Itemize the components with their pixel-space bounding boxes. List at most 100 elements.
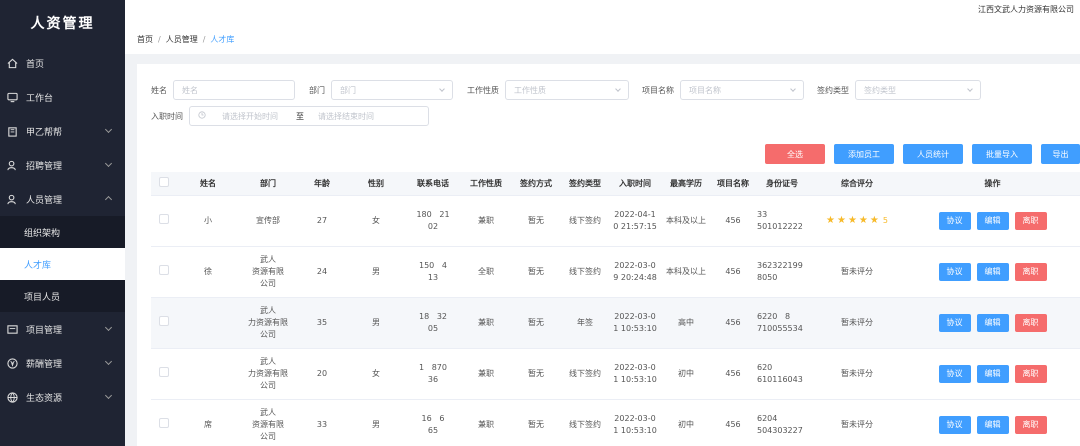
nature-select[interactable]: 工作性质 — [505, 80, 629, 100]
sidebar-item-salary[interactable]: 薪酬管理 — [0, 346, 125, 380]
filter-name-label: 姓名 — [151, 85, 167, 95]
col-score: 综合评分 — [841, 178, 873, 188]
cell-id: 620 610116043 — [757, 363, 803, 384]
row-checkbox[interactable] — [159, 214, 169, 224]
personnel-stats-button[interactable]: 人员统计 — [903, 144, 963, 164]
cell-phone: 180 21 02 — [416, 210, 450, 231]
table-row: 席 武人 资源有限 公司 33 男 16 6 65 兼职 暂无 线下签约 2022-0… — [151, 400, 1080, 446]
cell-name: 小 — [204, 216, 212, 225]
edit-button[interactable]: 编辑 — [976, 416, 1009, 434]
sidebar-item-talent-pool[interactable]: 人才库 — [0, 248, 125, 280]
filter-sign-label: 签约类型 — [817, 85, 849, 95]
sidebar-item-recruit[interactable]: 招聘管理 — [0, 148, 125, 182]
edit-button[interactable]: 编辑 — [976, 212, 1009, 230]
cell-score: 暂未评分 — [841, 420, 873, 429]
batch-import-button[interactable]: 批量导入 — [972, 144, 1032, 164]
project-select[interactable]: 项目名称 — [680, 80, 804, 100]
cell-age: 27 — [316, 216, 328, 225]
export-button[interactable]: 导出 — [1041, 144, 1080, 164]
col-dept: 部门 — [260, 178, 276, 188]
cell-nature: 兼职 — [478, 420, 494, 429]
edit-button[interactable]: 编辑 — [976, 263, 1009, 281]
date-end-placeholder: 请选择结束时间 — [318, 111, 374, 121]
chevron-down-icon — [439, 86, 445, 92]
agreement-button[interactable]: 协议 — [938, 212, 971, 230]
chevron-down-icon — [967, 86, 973, 92]
cell-project: 456 — [725, 216, 741, 225]
agreement-button[interactable]: 协议 — [938, 263, 971, 281]
user-icon — [6, 159, 18, 171]
row-checkbox[interactable] — [159, 265, 169, 275]
breadcrumb: 首页 / 人员管理 / 人才库 — [125, 24, 1080, 54]
nature-select-placeholder: 工作性质 — [514, 85, 546, 95]
cell-id: 33 501012222 — [757, 210, 803, 231]
cell-project: 456 — [725, 267, 741, 276]
cell-edu: 本科及以上 — [666, 216, 706, 225]
dept-select[interactable]: 部门 — [331, 80, 453, 100]
breadcrumb-home[interactable]: 首页 — [137, 34, 153, 45]
col-project: 项目名称 — [717, 178, 749, 188]
leave-button[interactable]: 离职 — [1014, 263, 1047, 281]
sidebar-item-home[interactable]: 首页 — [0, 46, 125, 80]
sidebar-item-label: 招聘管理 — [26, 161, 63, 172]
cell-project: 456 — [725, 369, 741, 378]
cell-sex: 女 — [372, 216, 380, 225]
sidebar-item-workbench[interactable]: 工作台 — [0, 80, 125, 114]
sidebar-item-personnel[interactable]: 人员管理 — [0, 182, 125, 216]
col-id: 身份证号 — [766, 178, 798, 188]
personnel-submenu: 组织架构 人才库 项目人员 — [0, 216, 125, 312]
cell-date: 2022-03-0 9 20:24:48 — [613, 261, 657, 282]
agreement-button[interactable]: 协议 — [938, 314, 971, 332]
cell-sign-type: 线下签约 — [569, 369, 601, 378]
sidebar-item-ecology[interactable]: 生态资源 — [0, 380, 125, 414]
edit-button[interactable]: 编辑 — [976, 314, 1009, 332]
row-checkbox[interactable] — [159, 367, 169, 377]
cell-dept: 武人 力资源有限 公司 — [248, 306, 288, 339]
col-sign-type: 签约类型 — [569, 178, 601, 188]
chevron-down-icon — [104, 391, 113, 400]
sidebar-item-project-mgmt[interactable]: 项目管理 — [0, 312, 125, 346]
table-row: 小 宣传部 27 女 180 21 02 兼职 暂无 线下签约 2022-04-1… — [151, 196, 1080, 247]
cell-phone: 1 870 36 — [418, 363, 447, 384]
add-employee-button[interactable]: 添加员工 — [834, 144, 894, 164]
rating-stars: ★★★★★ 5 — [826, 215, 888, 226]
cell-id: 6204 504303227 — [757, 414, 803, 435]
cell-sign-type: 线下签约 — [569, 420, 601, 429]
cell-phone: 150 4 13 — [418, 261, 447, 282]
leave-button[interactable]: 离职 — [1014, 314, 1047, 332]
agreement-button[interactable]: 协议 — [938, 416, 971, 434]
name-input[interactable]: 姓名 — [173, 80, 295, 100]
breadcrumb-personnel[interactable]: 人员管理 — [166, 34, 198, 45]
leave-button[interactable]: 离职 — [1014, 212, 1047, 230]
cell-dept: 宣传部 — [256, 216, 280, 225]
leave-button[interactable]: 离职 — [1014, 365, 1047, 383]
cell-edu: 本科及以上 — [666, 267, 706, 276]
filter-sign-type: 签约类型 签约类型 — [817, 80, 981, 100]
date-range-picker[interactable]: 请选择开始时间 至 请选择结束时间 — [189, 106, 429, 126]
sidebar-item-jiayi[interactable]: 甲乙帮帮 — [0, 114, 125, 148]
cell-name: 徐 — [204, 267, 212, 276]
name-input-placeholder: 姓名 — [182, 85, 198, 95]
agreement-button[interactable]: 协议 — [938, 365, 971, 383]
cell-sex: 男 — [372, 420, 380, 429]
cell-date: 2022-03-0 1 10:53:10 — [613, 363, 657, 384]
folder-icon — [6, 323, 18, 335]
select-all-button[interactable]: 全选 — [765, 144, 825, 164]
breadcrumb-sep: / — [158, 34, 161, 44]
sign-type-select[interactable]: 签约类型 — [855, 80, 981, 100]
col-name: 姓名 — [200, 178, 216, 188]
cell-age: 20 — [316, 369, 328, 378]
cell-nature: 全职 — [478, 267, 494, 276]
sidebar-item-project-staff[interactable]: 项目人员 — [0, 280, 125, 312]
leave-button[interactable]: 离职 — [1014, 416, 1047, 434]
clock-icon — [198, 111, 206, 121]
row-checkbox[interactable] — [159, 418, 169, 428]
col-phone: 联系电话 — [417, 178, 449, 188]
edit-button[interactable]: 编辑 — [976, 365, 1009, 383]
sidebar-item-org[interactable]: 组织架构 — [0, 216, 125, 248]
select-all-checkbox[interactable] — [159, 176, 169, 187]
cell-dept: 武人 资源有限 公司 — [252, 408, 284, 441]
chevron-down-icon — [104, 323, 113, 332]
row-checkbox[interactable] — [159, 316, 169, 326]
talent-table: 姓名 部门 年龄 性别 联系电话 工作性质 签约方式 签约类型 入职时间 最高学… — [151, 172, 1080, 446]
